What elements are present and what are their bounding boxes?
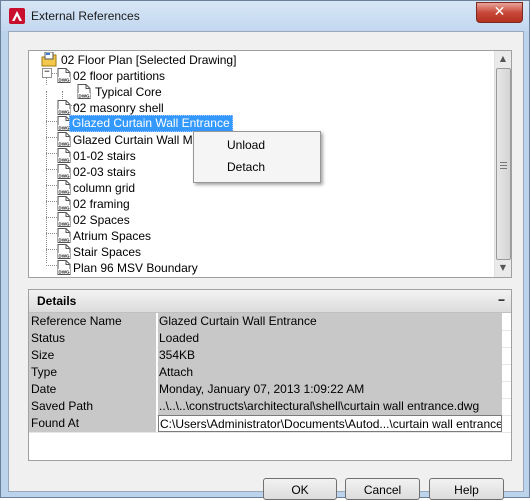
property-value: Loaded [158, 330, 502, 347]
found-at-field[interactable]: C:\Users\Administrator\Documents\Autod..… [158, 415, 502, 432]
svg-text:DWG: DWG [58, 189, 70, 194]
tree-item-label: 02 masonry shell [73, 101, 164, 115]
dwg-file-icon: DWG [57, 196, 71, 211]
tree-item-label: Glazed Curtain Wall Entrance [69, 115, 233, 132]
tree-scrollbar[interactable]: ▲ ▼ [494, 51, 511, 277]
tree-item-label: 02 framing [73, 197, 130, 211]
grip-line [500, 165, 507, 166]
detach-menu-item[interactable]: Detach [227, 157, 265, 177]
property-name: Reference Name [29, 313, 157, 330]
drawing-folder-icon [41, 52, 57, 67]
details-title: Details [37, 294, 77, 308]
details-panel: Details − Reference Name Glazed Curtain … [28, 289, 512, 461]
grip-line [500, 162, 507, 163]
tree-line [46, 91, 47, 263]
svg-text:DWG: DWG [58, 237, 70, 242]
dwg-file-icon: DWG [77, 84, 91, 99]
svg-text:DWG: DWG [58, 269, 70, 274]
dwg-file-icon: DWG [57, 228, 71, 243]
svg-text:DWG: DWG [58, 157, 70, 162]
dwg-file-icon: DWG [57, 212, 71, 227]
dwg-file-icon: DWG [57, 244, 71, 259]
dwg-file-icon: DWG [57, 100, 71, 115]
tree-item-label: Atrium Spaces [73, 229, 152, 243]
tree-item-label: 02-03 stairs [73, 165, 136, 179]
dwg-file-icon: DWG [57, 180, 71, 195]
tree-item-label: Stair Spaces [73, 245, 142, 259]
property-value: Attach [158, 364, 502, 381]
tree-item-label: 01-02 stairs [73, 149, 136, 163]
property-row[interactable]: Saved Path ..\..\..\constructs\architect… [29, 398, 511, 416]
tree-root-label: 02 Floor Plan [Selected Drawing] [61, 53, 237, 67]
external-references-window: External References ✕ 02 Floor Plan [Sel… [0, 0, 530, 500]
property-row[interactable]: Size 354KB [29, 347, 511, 365]
ok-button[interactable]: OK [263, 478, 337, 500]
svg-text:DWG: DWG [58, 253, 70, 258]
tree-item-label: Typical Core [95, 85, 162, 99]
svg-text:DWG: DWG [78, 93, 90, 98]
property-name: Size [29, 347, 157, 364]
window-title: External References [31, 9, 140, 23]
dwg-file-icon: DWG [57, 148, 71, 163]
svg-text:DWG: DWG [58, 205, 70, 210]
property-name: Found At [29, 415, 157, 432]
property-name: Status [29, 330, 157, 347]
tree-item-label: Plan 96 MSV Boundary [73, 261, 198, 275]
property-value: ..\..\..\constructs\architectural\shell\… [158, 398, 502, 415]
tree-item-label: 02 floor partitions [73, 69, 166, 83]
property-value: Monday, January 07, 2013 1:09:22 AM [158, 381, 502, 398]
svg-text:DWG: DWG [58, 221, 70, 226]
tree-item-label: column grid [73, 181, 136, 195]
help-button[interactable]: Help [429, 478, 504, 500]
svg-text:DWG: DWG [58, 77, 70, 82]
dwg-file-icon: DWG [57, 68, 71, 83]
context-menu: Unload Detach [193, 131, 321, 183]
property-row[interactable]: Found At C:\Users\Administrator\Document… [29, 415, 511, 433]
unload-menu-item[interactable]: Unload [227, 135, 265, 155]
dwg-file-icon: DWG [57, 260, 71, 275]
property-value: 354KB [158, 347, 502, 364]
property-row[interactable]: Status Loaded [29, 330, 511, 348]
property-row[interactable]: Type Attach [29, 364, 511, 382]
property-name: Date [29, 381, 157, 398]
title-bar[interactable]: External References ✕ [1, 1, 529, 31]
dialog-client-area: 02 Floor Plan [Selected Drawing] − DWG 0… [8, 31, 524, 500]
svg-text:DWG: DWG [58, 173, 70, 178]
property-value: Glazed Curtain Wall Entrance [158, 313, 502, 330]
property-row[interactable]: Reference Name Glazed Curtain Wall Entra… [29, 313, 511, 331]
cancel-button[interactable]: Cancel [345, 478, 420, 500]
autocad-app-icon [9, 8, 25, 24]
dwg-file-icon: DWG [57, 132, 71, 147]
property-name: Type [29, 364, 157, 381]
close-button[interactable]: ✕ [476, 2, 523, 23]
scroll-down-arrow-icon[interactable]: ▼ [495, 260, 511, 276]
scroll-thumb[interactable] [496, 68, 511, 260]
property-name: Saved Path [29, 398, 157, 415]
details-header[interactable]: Details − [29, 290, 511, 313]
dwg-file-icon: DWG [57, 164, 71, 179]
property-row[interactable]: Date Monday, January 07, 2013 1:09:22 AM [29, 381, 511, 399]
close-icon: ✕ [493, 4, 506, 20]
collapse-toggle[interactable]: − [42, 68, 52, 78]
grip-line [500, 168, 507, 169]
tree-item-label: Glazed Curtain Wall Main [73, 133, 209, 147]
collapse-details-icon[interactable]: − [498, 293, 505, 307]
svg-text:DWG: DWG [58, 141, 70, 146]
scroll-up-arrow-icon[interactable]: ▲ [495, 51, 511, 67]
tree-item-label: 02 Spaces [73, 213, 130, 227]
svg-text:DWG: DWG [58, 109, 70, 114]
